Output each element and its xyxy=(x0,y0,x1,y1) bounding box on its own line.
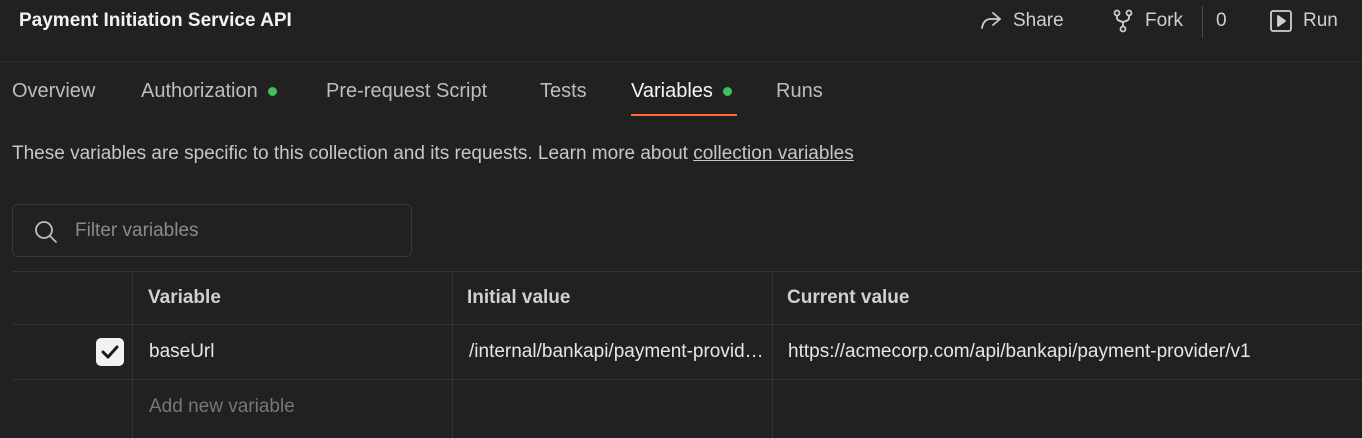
tab-pre-request-script[interactable]: Pre-request Script xyxy=(326,78,487,104)
table-divider xyxy=(12,271,1362,272)
fork-divider xyxy=(1202,6,1203,38)
share-label: Share xyxy=(1013,10,1064,31)
add-new-variable-input[interactable]: Add new variable xyxy=(149,396,295,418)
tab-runs[interactable]: Runs xyxy=(776,78,823,104)
variables-table: Variable Initial value Current value bas… xyxy=(12,271,1362,438)
table-divider xyxy=(12,379,1362,380)
column-divider xyxy=(132,271,133,438)
tab-label: Tests xyxy=(540,79,587,102)
fork-icon xyxy=(1113,9,1133,33)
fork-button[interactable]: Fork xyxy=(1110,8,1183,34)
column-header-variable: Variable xyxy=(148,287,221,308)
fork-count: 0 xyxy=(1216,10,1227,31)
fork-label: Fork xyxy=(1145,10,1183,31)
tab-label: Pre-request Script xyxy=(326,79,488,102)
tab-label: Runs xyxy=(776,79,823,102)
column-divider xyxy=(452,271,453,438)
tab-variables[interactable]: Variables xyxy=(631,78,732,104)
tab-tests[interactable]: Tests xyxy=(540,78,587,104)
run-button[interactable]: Run xyxy=(1268,8,1338,34)
filter-variables-input[interactable] xyxy=(75,215,395,247)
description-text: These variables are specific to this col… xyxy=(12,143,694,164)
filter-variables-box xyxy=(12,204,412,257)
column-header-initial-value: Initial value xyxy=(467,287,571,308)
column-divider xyxy=(772,271,773,438)
collection-header: Payment Initiation Service API Share For… xyxy=(0,0,1362,62)
variable-enabled-checkbox[interactable] xyxy=(96,338,124,366)
search-icon xyxy=(35,221,57,243)
share-arrow-icon xyxy=(981,12,1001,29)
share-button[interactable]: Share xyxy=(978,8,1064,34)
tab-overview[interactable]: Overview xyxy=(12,78,95,104)
status-dot xyxy=(267,86,277,96)
variables-description: These variables are specific to this col… xyxy=(12,143,854,165)
tab-label: Overview xyxy=(12,79,96,102)
tab-label: Variables xyxy=(631,79,713,102)
column-header-current-value: Current value xyxy=(787,287,910,308)
collection-title: Payment Initiation Service API xyxy=(19,10,292,31)
play-icon xyxy=(1270,10,1292,32)
collection-tabs: Overview Authorization Pre-request Scrip… xyxy=(0,62,1362,118)
initial-value-cell[interactable]: /internal/bankapi/payment-provider/v1 xyxy=(469,341,765,363)
variable-name-cell[interactable]: baseUrl xyxy=(149,341,439,363)
current-value-cell[interactable]: https://acmecorp.com/api/bankapi/payment… xyxy=(788,341,1348,363)
check-icon xyxy=(101,345,119,359)
collection-variables-link[interactable]: collection variables xyxy=(693,143,854,164)
active-tab-indicator xyxy=(631,114,737,116)
run-label: Run xyxy=(1303,10,1338,31)
tab-authorization[interactable]: Authorization xyxy=(141,78,277,104)
status-dot xyxy=(722,86,732,96)
tab-label: Authorization xyxy=(141,79,258,102)
table-divider xyxy=(12,324,1362,325)
